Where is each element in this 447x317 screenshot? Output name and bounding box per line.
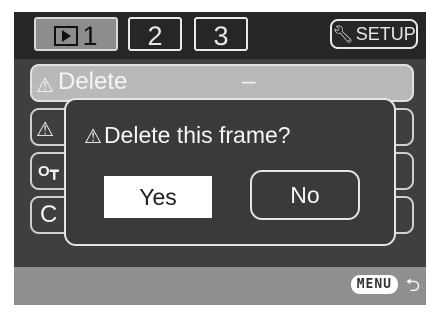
- no-button[interactable]: No: [250, 170, 360, 220]
- tab-label: 1: [82, 21, 98, 51]
- tab-label: 2: [147, 21, 163, 51]
- yes-button[interactable]: Yes: [104, 176, 212, 218]
- menu-row-delete[interactable]: ⚠ Delete –: [30, 64, 414, 102]
- warning-icon: ⚠: [36, 75, 54, 97]
- return-arrow-icon: ⮌: [405, 275, 420, 295]
- tab-bar: 1 2 3 🔧︎ SETUP: [14, 12, 426, 59]
- delete-confirm-dialog: ⚠Delete this frame? Yes No: [64, 98, 396, 246]
- warning-icon: ⚠: [36, 119, 54, 141]
- tab-label: 3: [213, 21, 229, 51]
- menu-button-hint: MENU: [350, 275, 398, 294]
- key-icon: O┳: [38, 163, 59, 180]
- dialog-title: ⚠Delete this frame?: [84, 122, 291, 149]
- warning-icon: ⚠: [84, 126, 102, 148]
- menu-row-label: C: [40, 201, 58, 228]
- no-button-label: No: [290, 182, 320, 208]
- tab-setup[interactable]: 🔧︎ SETUP: [330, 19, 418, 49]
- menu-row-label: Delete: [58, 68, 128, 95]
- wrench-icon: 🔧︎: [332, 25, 354, 44]
- tab-3[interactable]: 3: [194, 17, 248, 51]
- menu-row-value: –: [242, 68, 256, 95]
- playback-icon: [54, 25, 79, 46]
- camera-screen: 1 2 3 🔧︎ SETUP ⚠ Delete – ⚠ O┳ C MENU ⮌ ⚠…: [14, 12, 426, 305]
- tab-label: SETUP: [355, 24, 416, 44]
- dialog-message: Delete this frame?: [103, 122, 291, 148]
- bottom-bar: MENU ⮌: [14, 267, 426, 305]
- tab-2[interactable]: 2: [128, 17, 182, 51]
- tab-playback-1[interactable]: 1: [34, 17, 118, 51]
